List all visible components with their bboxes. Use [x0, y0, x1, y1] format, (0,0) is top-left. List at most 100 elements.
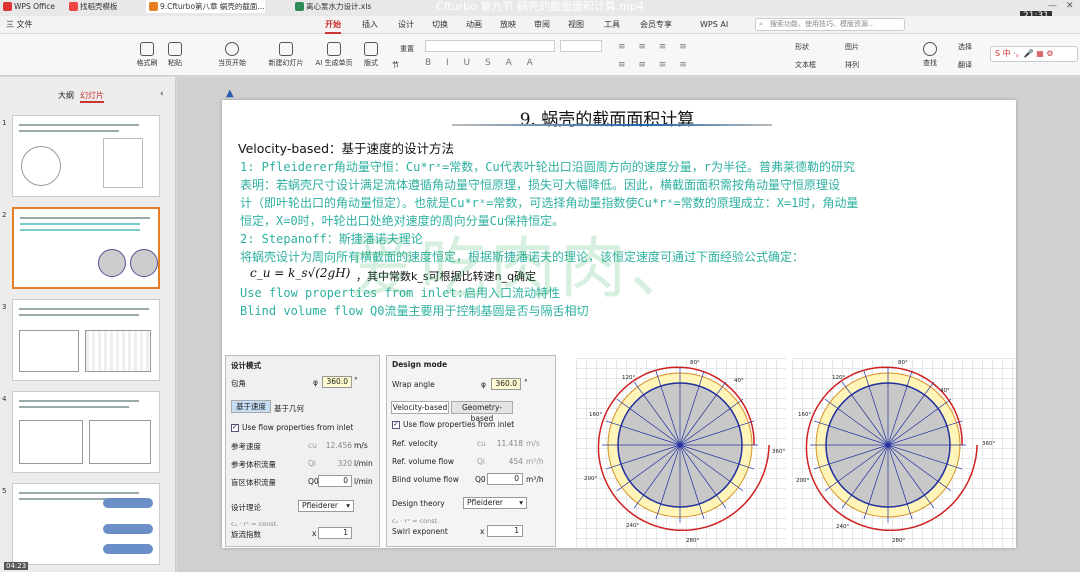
theory-select[interactable]: Pfleiderer ▾ [463, 497, 527, 509]
wrap-angle-input[interactable]: 360.0 [322, 376, 352, 388]
tab-view[interactable]: 视图 [568, 18, 584, 32]
angle-label: 360° [772, 449, 786, 455]
collapse-icon[interactable]: ‹ [160, 89, 164, 99]
tab-design[interactable]: 设计 [398, 18, 414, 32]
file-menu[interactable]: 三 文件 [6, 18, 33, 32]
angle-label: 120° [832, 375, 846, 381]
text-line-4: 恒定，X=0时，叶轮出口处绝对速度的周向分量Cu保持恒定。 [240, 214, 565, 228]
ref-velocity-value: 11.418 [496, 439, 523, 448]
text-line-6: 将蜗壳设计为周向所有横截面的速度恒定，根据斯捷潘诺夫的理论，该恒定速度可通过下面… [240, 250, 805, 264]
translate-button[interactable]: 翻译 [958, 60, 972, 70]
tab-insert[interactable]: 插入 [362, 18, 378, 32]
paste-icon [168, 42, 182, 56]
row-symbol: cu [477, 439, 486, 448]
tab-member[interactable]: 会员专享 [640, 18, 672, 32]
paragraph-buttons[interactable]: ≡ ≡ ≡ ≡ [618, 42, 692, 52]
tab-transition[interactable]: 切换 [432, 18, 448, 32]
ai-icon [327, 42, 341, 56]
logo-icon: ▲ [226, 88, 234, 99]
layout-icon [364, 42, 378, 56]
tab-current-ppt[interactable]: 9.Cfturbo第八章 蜗壳的截面... [146, 0, 265, 13]
formula-text: ，其中常数k_s可根据比转速n_q确定 [356, 270, 537, 283]
section-button[interactable]: 节 [392, 60, 399, 70]
text-line-7: Use flow properties from inlet:启用入口流动特性 [240, 286, 560, 300]
font-select[interactable] [425, 40, 555, 52]
font-size-select[interactable] [560, 40, 602, 52]
thumb-number: 5 [2, 487, 7, 495]
thumb-number: 3 [2, 303, 7, 311]
paste-button[interactable]: 粘贴 [158, 42, 192, 68]
font-style-buttons[interactable]: B I U S A A [425, 58, 539, 68]
angle-label: 200° [796, 478, 810, 484]
geometry-based-tab[interactable]: 基于几何 [274, 403, 304, 414]
magnifier-icon [923, 42, 937, 56]
angle-label: 160° [798, 412, 812, 418]
velocity-based-tab[interactable]: 基于速度 [231, 400, 271, 413]
tab-wps-ai[interactable]: WPS AI [700, 18, 728, 32]
tab-template[interactable]: 找稻壳模板 [66, 0, 118, 13]
close-icon[interactable]: ✕ [1066, 1, 1074, 11]
tab-xls[interactable]: 离心泵水力设计.xls [292, 0, 371, 13]
angle-label: 240° [626, 523, 640, 529]
select-button[interactable]: 选择 [958, 42, 972, 52]
blind-flow-input[interactable]: 0 [318, 475, 352, 487]
theory-select[interactable]: Pfleiderer ▾ [298, 500, 354, 512]
tab-tools[interactable]: 工具 [604, 18, 620, 32]
new-slide-button[interactable]: 新建幻灯片 [262, 42, 310, 68]
current-start-button[interactable]: 当页开始 [212, 42, 252, 68]
ai-single-page-button[interactable]: AI 生成单页 [311, 42, 357, 68]
x-symbol: x [480, 527, 485, 536]
ime-toolbar[interactable]: S 中 ·。🎤 ▦ ⚙ [990, 46, 1078, 62]
checkbox-label: Use flow properties from inlet [242, 423, 354, 432]
find-button[interactable]: 查找 [913, 42, 947, 68]
exponent-input[interactable]: 1 [318, 527, 352, 539]
exponent-input[interactable]: 1 [487, 525, 523, 537]
tab-animation[interactable]: 动画 [466, 18, 482, 32]
wps-icon [3, 2, 12, 11]
arrange-button[interactable]: 排列 [845, 60, 859, 70]
slide-thumb-4[interactable] [12, 391, 160, 473]
template-icon [69, 2, 78, 11]
tab-wps-office[interactable]: WPS Office [0, 0, 55, 13]
volute-svg-right [805, 366, 978, 532]
shape-button[interactable]: 形状 [795, 42, 809, 52]
slide-thumb-5[interactable] [12, 483, 160, 565]
slide-thumb-3[interactable] [12, 299, 160, 381]
volute-plot-right: 120° 160° 200° 240° 280° 360° 80° 40° [792, 358, 1016, 548]
align-buttons[interactable]: ≡ ≡ ≡ ≡ [618, 60, 692, 70]
tab-slideshow[interactable]: 放映 [500, 18, 516, 32]
volute-plot-left: 120° 160° 200° 240° 280° 360° 80° 40° [576, 358, 786, 548]
flow-properties-checkbox[interactable]: ✓ [392, 420, 400, 429]
tab-label: 离心泵水力设计.xls [306, 2, 372, 11]
slide-thumbnail-pane: 大纲 幻灯片 ‹ 1 2 3 4 5 04:23 [0, 77, 176, 572]
row-label: Ref. velocity [392, 439, 438, 448]
angle-label: 280° [686, 538, 700, 544]
theory-label: 设计理论 [231, 503, 261, 512]
flow-properties-checkbox[interactable]: ✓ [231, 423, 239, 432]
velocity-based-tab[interactable]: Velocity-based [391, 401, 449, 414]
slide-title: 9. 蜗壳的截面面积计算 [519, 110, 695, 130]
blind-flow-input[interactable]: 0 [487, 473, 523, 485]
checkbox-label: Use flow properties from inlet [403, 420, 515, 429]
wrap-angle-input[interactable]: 360.0 [491, 378, 521, 390]
tab-start[interactable]: 开始 [325, 18, 341, 34]
minimize-icon[interactable]: — [1048, 1, 1057, 11]
geometry-based-tab[interactable]: Geometry-based [451, 401, 513, 423]
angle-label: 80° [690, 360, 700, 366]
layout-button[interactable]: 版式 [354, 42, 388, 68]
play-icon [225, 42, 239, 56]
search-input[interactable]: ⌕ 搜索功能、使用技巧、模版资源... [755, 18, 905, 31]
slide-thumb-1[interactable] [12, 115, 160, 197]
slides-tab[interactable]: 幻灯片 [80, 90, 104, 103]
row-label: 参考速度 [231, 442, 261, 451]
textbox-button[interactable]: 文本框 [795, 60, 816, 70]
phi-symbol: φ [481, 380, 486, 389]
reset-button[interactable]: 重置 [400, 44, 414, 54]
outline-tab[interactable]: 大纲 [58, 90, 74, 101]
tab-review[interactable]: 审阅 [534, 18, 550, 32]
ref-flow-value: 320 [337, 459, 352, 468]
picture-button[interactable]: 图片 [845, 42, 859, 52]
row-unit: m/s [526, 439, 540, 448]
title-underline [452, 124, 772, 126]
slide-thumb-2[interactable] [12, 207, 160, 289]
